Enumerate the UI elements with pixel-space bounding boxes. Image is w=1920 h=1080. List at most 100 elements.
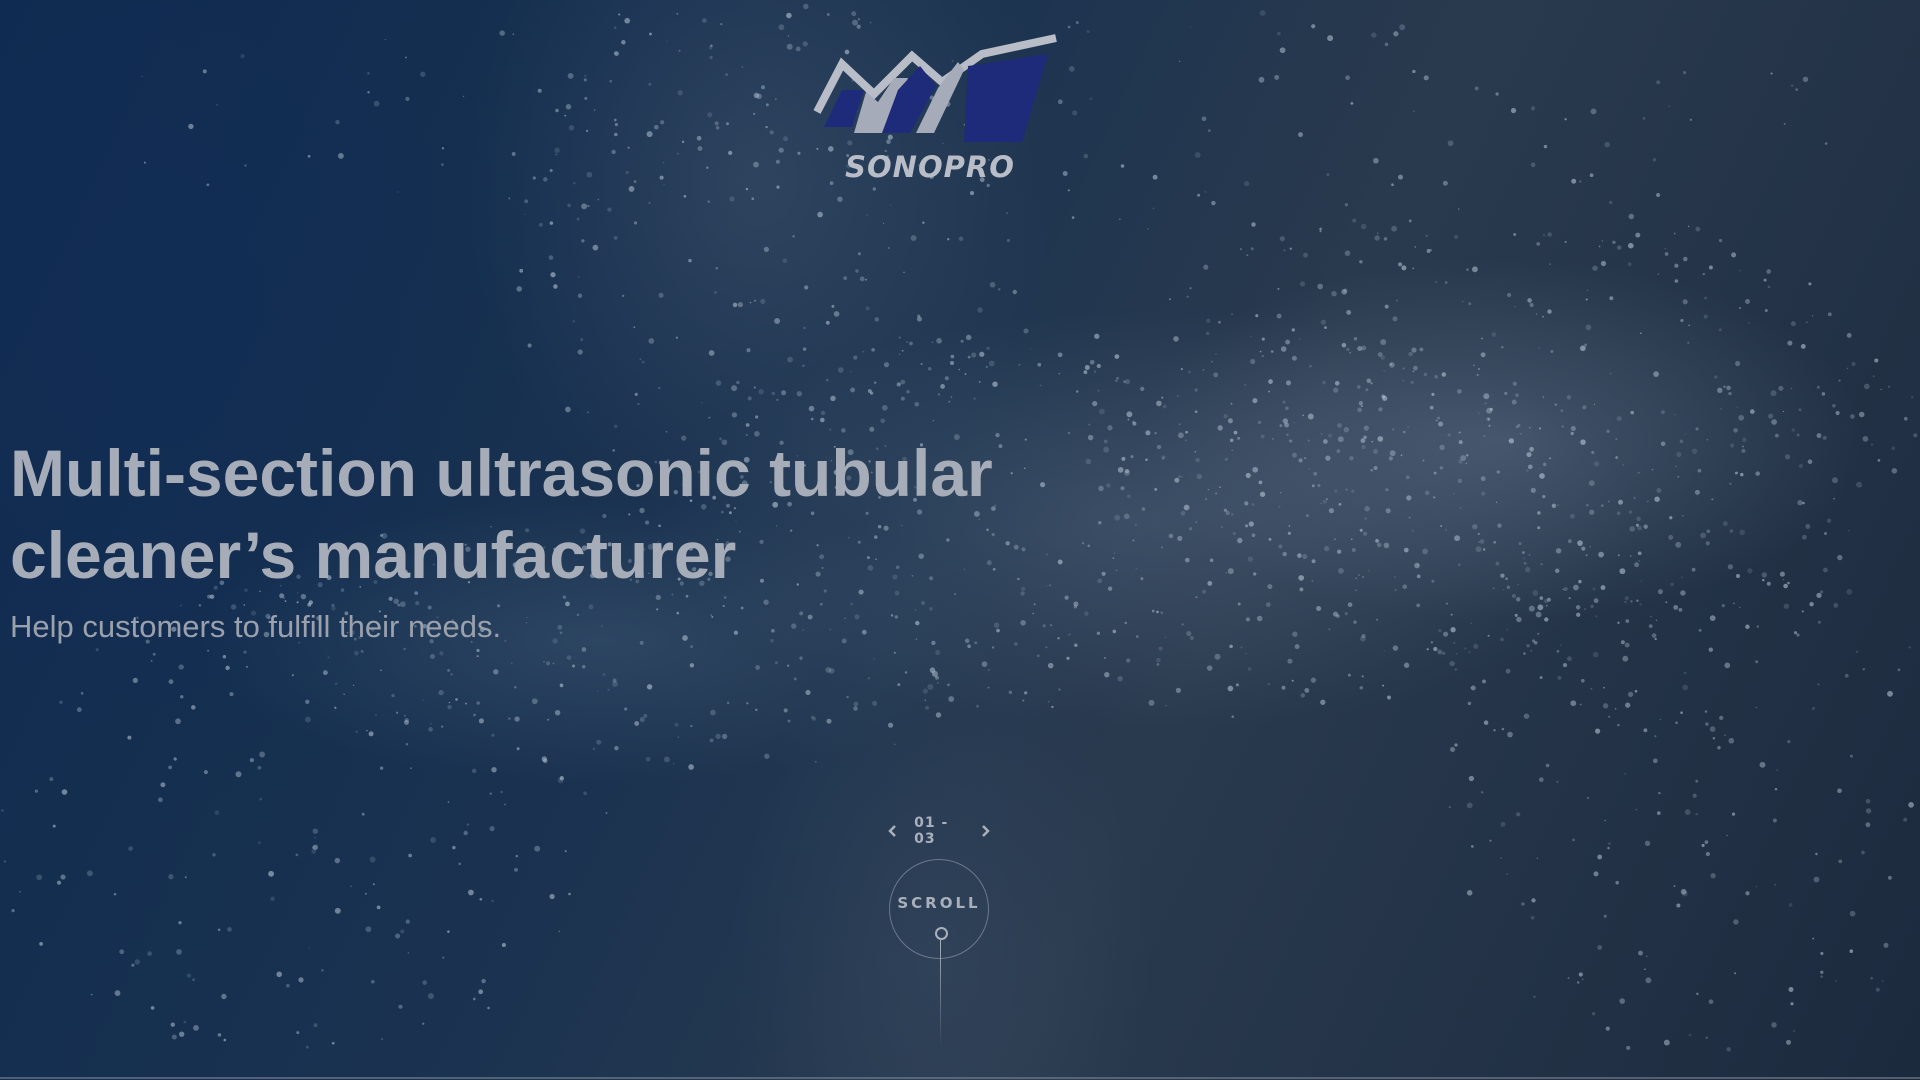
particle bbox=[1384, 304, 1389, 309]
particle bbox=[1308, 467, 1310, 470]
particle bbox=[755, 415, 759, 419]
particle bbox=[1858, 411, 1865, 418]
particle bbox=[1334, 538, 1336, 540]
particle bbox=[665, 40, 668, 42]
particle bbox=[612, 678, 617, 683]
particle bbox=[1124, 378, 1131, 385]
particle bbox=[991, 646, 995, 649]
slider-next-button[interactable] bbox=[978, 818, 994, 844]
particle bbox=[1570, 425, 1576, 432]
particle bbox=[1849, 949, 1854, 953]
particle bbox=[898, 336, 901, 339]
particle bbox=[1745, 299, 1750, 304]
particle bbox=[1593, 403, 1596, 406]
particle bbox=[559, 631, 563, 635]
particle bbox=[1618, 499, 1623, 505]
particle bbox=[1398, 174, 1403, 180]
particle bbox=[1406, 495, 1412, 501]
particle bbox=[331, 603, 335, 608]
particle bbox=[1555, 548, 1562, 554]
particle bbox=[1, 809, 4, 812]
particle bbox=[1422, 459, 1425, 462]
particle bbox=[508, 717, 511, 720]
particle bbox=[1700, 532, 1706, 539]
particle bbox=[1229, 644, 1233, 649]
particle bbox=[861, 629, 867, 635]
particle bbox=[1392, 316, 1398, 322]
particle bbox=[1014, 642, 1018, 646]
particle bbox=[764, 753, 770, 759]
particle bbox=[1057, 352, 1063, 358]
particle bbox=[897, 683, 901, 687]
particle bbox=[1493, 729, 1496, 732]
particle bbox=[1856, 481, 1863, 488]
particle bbox=[1698, 628, 1702, 633]
particle bbox=[369, 856, 376, 863]
scroll-button[interactable]: SCROLL bbox=[889, 859, 989, 959]
particle bbox=[648, 337, 655, 344]
sonopro-logo[interactable]: SONOPRO bbox=[812, 32, 1062, 192]
particle bbox=[564, 114, 567, 117]
particle bbox=[1704, 710, 1708, 713]
particle bbox=[1782, 578, 1785, 581]
particle bbox=[1047, 662, 1054, 669]
particle bbox=[34, 789, 39, 793]
particle bbox=[677, 90, 683, 96]
particle bbox=[1431, 392, 1435, 396]
particle bbox=[702, 18, 707, 23]
particle bbox=[1186, 631, 1192, 637]
particle bbox=[1454, 234, 1459, 239]
particle bbox=[1332, 611, 1339, 617]
particle bbox=[1739, 269, 1741, 272]
particle bbox=[633, 180, 637, 183]
particle bbox=[1304, 688, 1310, 693]
particle bbox=[206, 183, 210, 187]
particle bbox=[1443, 631, 1449, 637]
particle bbox=[1657, 589, 1663, 595]
particle bbox=[1230, 513, 1234, 516]
particle bbox=[1838, 859, 1843, 864]
particle bbox=[534, 845, 541, 852]
particle bbox=[52, 824, 56, 828]
particle bbox=[1277, 287, 1280, 290]
particle bbox=[1820, 951, 1824, 956]
particle bbox=[786, 12, 792, 19]
particle bbox=[646, 131, 653, 138]
particle bbox=[841, 638, 847, 644]
particle bbox=[1337, 423, 1342, 428]
particle bbox=[1695, 779, 1699, 783]
particle bbox=[1617, 621, 1620, 624]
particle bbox=[826, 378, 829, 382]
particle bbox=[1741, 448, 1746, 453]
particle bbox=[1597, 854, 1603, 860]
particle bbox=[910, 235, 917, 241]
particle bbox=[1311, 559, 1316, 564]
particle bbox=[929, 667, 936, 673]
particle bbox=[295, 853, 299, 857]
particle bbox=[1788, 986, 1794, 993]
slider-prev-button[interactable] bbox=[884, 818, 900, 844]
particle bbox=[1156, 610, 1159, 614]
particle bbox=[1581, 546, 1586, 551]
particle bbox=[1887, 875, 1892, 880]
particle bbox=[1311, 580, 1314, 582]
particle bbox=[782, 258, 788, 264]
particle bbox=[499, 30, 505, 36]
particle bbox=[1424, 490, 1430, 496]
particle bbox=[865, 306, 870, 311]
particle bbox=[1423, 372, 1428, 377]
particle bbox=[894, 743, 896, 746]
particle bbox=[1361, 675, 1364, 678]
particle bbox=[749, 301, 752, 304]
particle bbox=[221, 993, 227, 1000]
particle bbox=[245, 665, 249, 668]
particle bbox=[1592, 651, 1599, 658]
particle bbox=[1590, 108, 1597, 115]
particle bbox=[1554, 568, 1560, 574]
particle bbox=[1114, 354, 1120, 359]
particle bbox=[901, 349, 904, 352]
hero-section: SONOPRO Multi-section ultrasonic tubular… bbox=[0, 0, 1920, 1080]
particle bbox=[313, 836, 316, 839]
particle bbox=[1578, 579, 1582, 584]
particle bbox=[514, 867, 518, 872]
